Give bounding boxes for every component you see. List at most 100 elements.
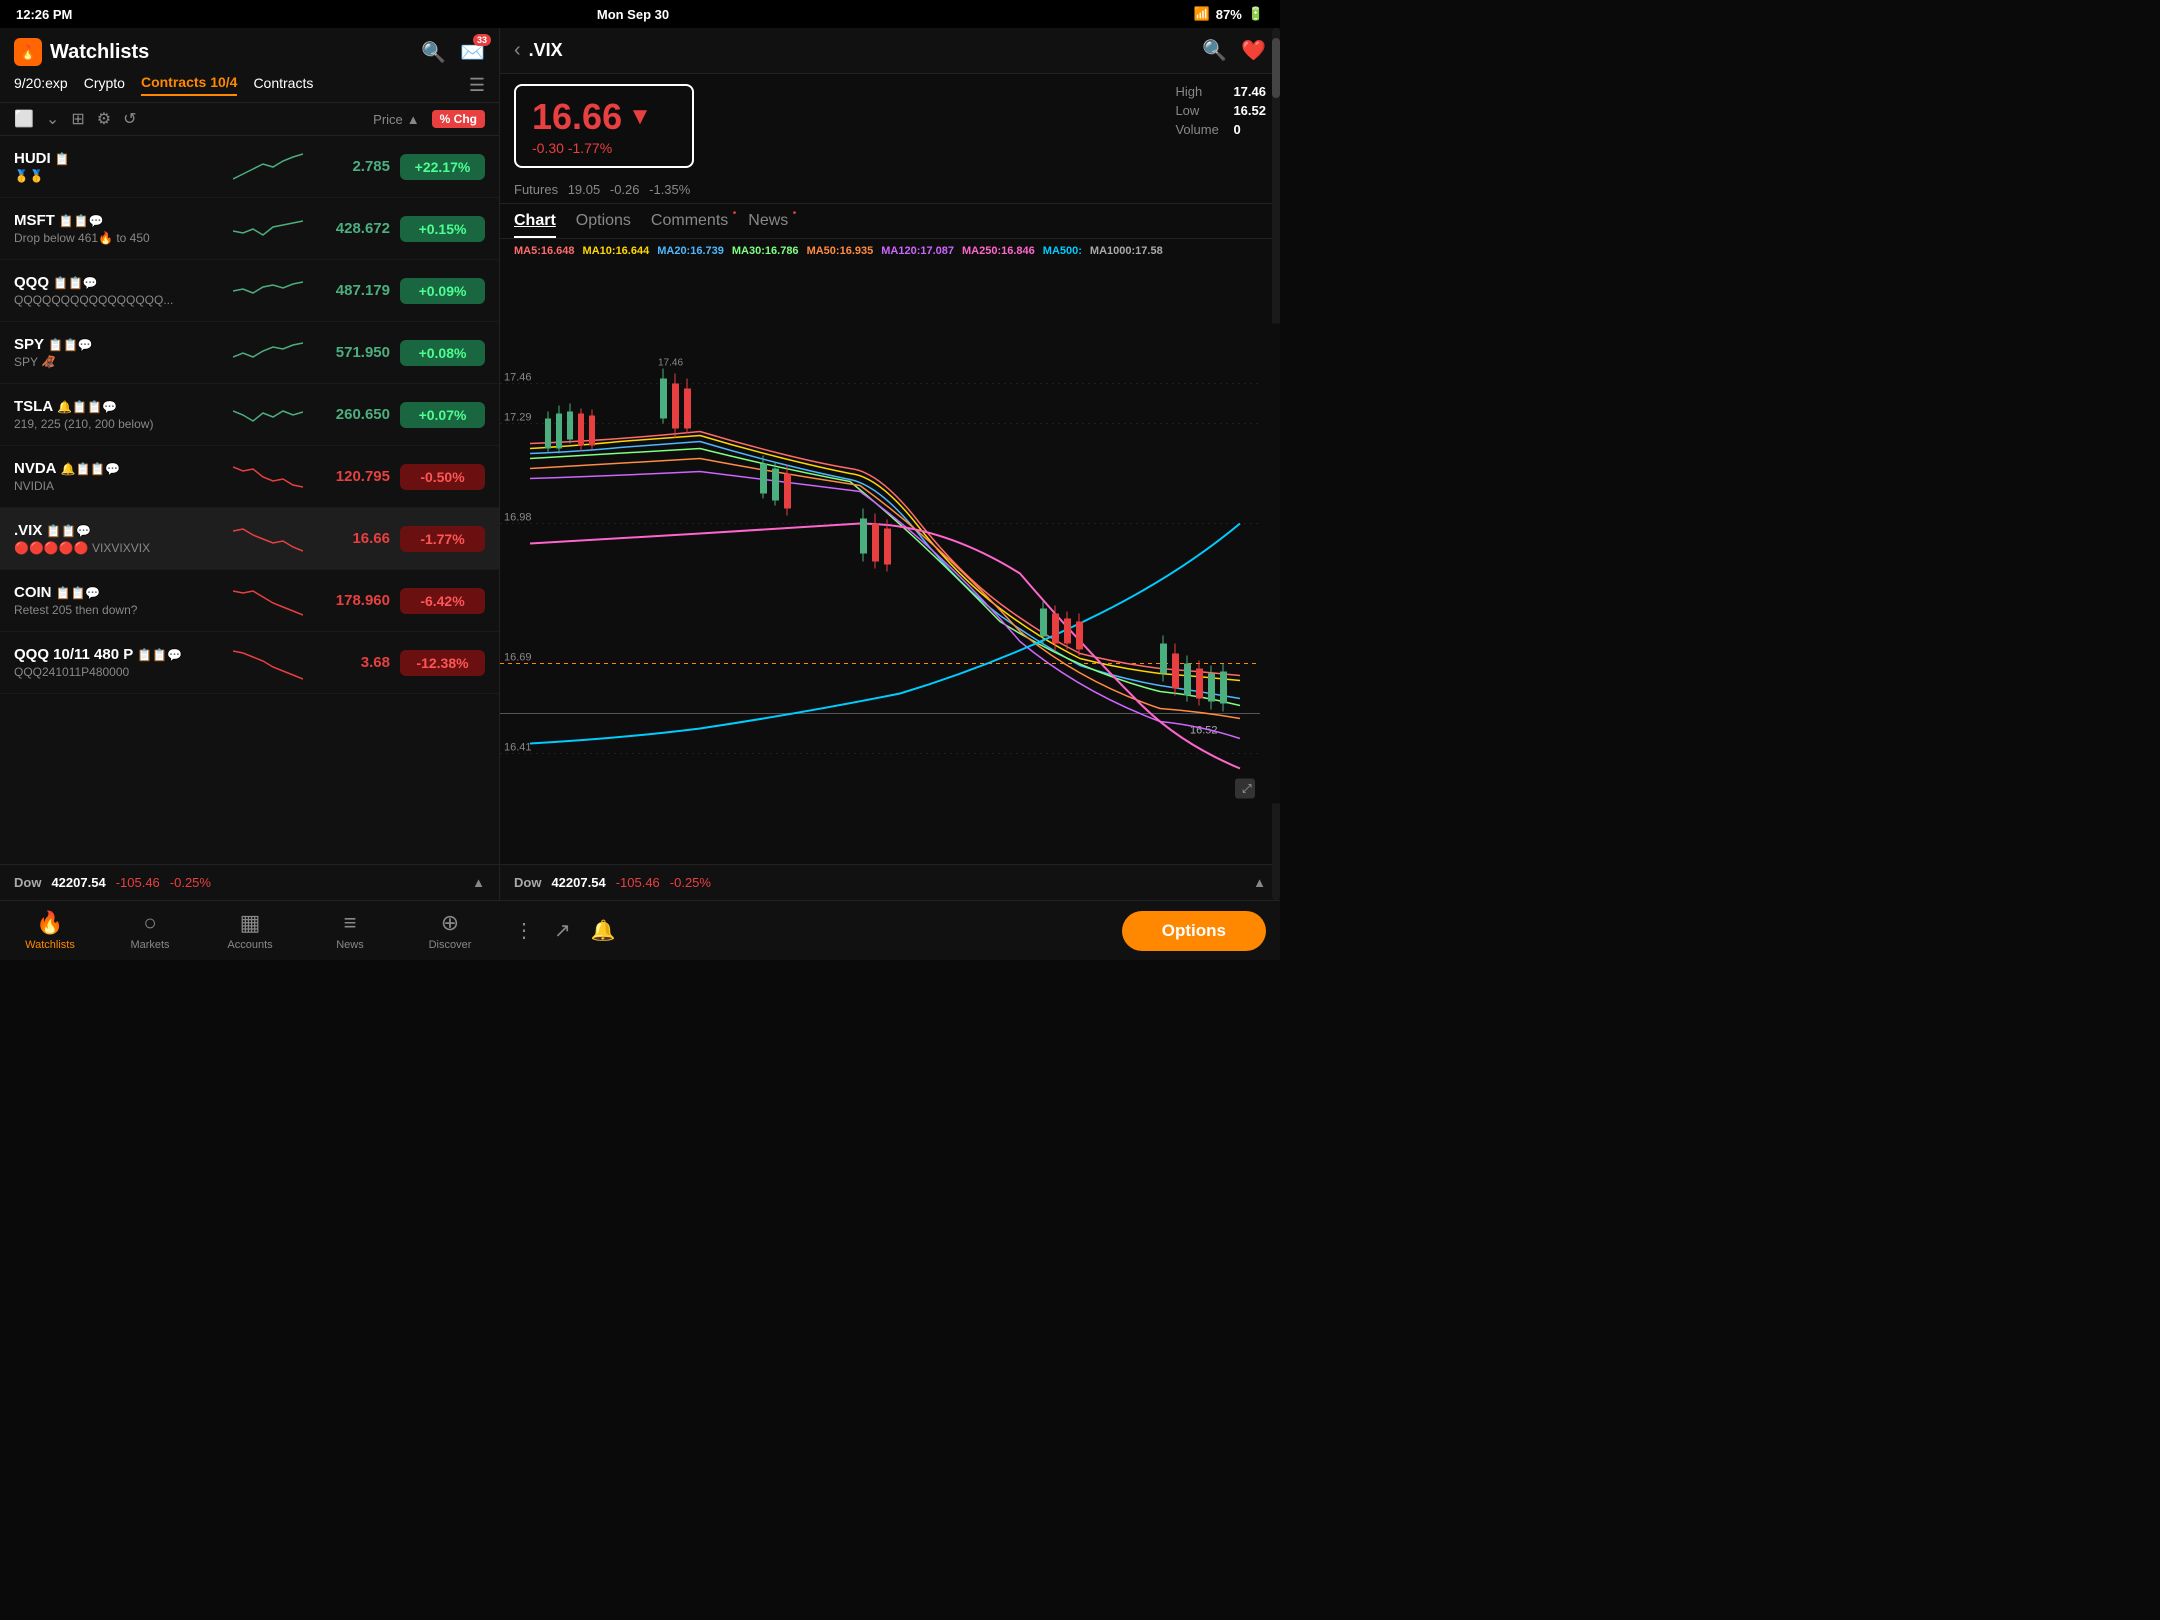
change-badge: +22.17% bbox=[400, 154, 485, 180]
watchlist-item-vix[interactable]: .VIX 📋📋💬 🔴🔴🔴🔴🔴 VIXVIXVIX 16.66 -1.77% bbox=[0, 508, 499, 570]
item-info: QQQ 10/11 480 P 📋📋💬 QQQ241011P480000 bbox=[14, 646, 221, 679]
futures-price: 19.05 bbox=[568, 182, 601, 197]
item-price: 487.179 bbox=[315, 282, 390, 299]
heart-icon[interactable]: ❤️ bbox=[1241, 38, 1266, 63]
item-info: QQQ 📋📋💬 QQQQQQQQQQQQQQQQ... bbox=[14, 274, 221, 307]
nav-markets[interactable]: ○Markets bbox=[100, 910, 200, 951]
search-icon[interactable]: 🔍 bbox=[421, 40, 446, 65]
main-price-value: 16.66 bbox=[532, 96, 622, 138]
toolbar-copy-icon[interactable]: ⬜ bbox=[14, 109, 34, 129]
watchlist-item[interactable]: QQQ 📋📋💬 QQQQQQQQQQQQQQQQ... 487.179 +0.0… bbox=[0, 260, 499, 322]
toolbar-settings-icon[interactable]: ⚙ bbox=[97, 109, 111, 129]
notification-count: 33 bbox=[473, 34, 491, 46]
mini-chart bbox=[233, 149, 303, 185]
item-price: 120.795 bbox=[315, 468, 390, 485]
price-direction-icon: ▼ bbox=[628, 103, 652, 131]
change-badge: +0.15% bbox=[400, 216, 485, 242]
high-value: 17.46 bbox=[1233, 84, 1266, 99]
tab-crypto[interactable]: Crypto bbox=[84, 75, 125, 95]
symbol-icons: 📋📋💬 bbox=[46, 524, 91, 538]
item-price: 178.960 bbox=[315, 592, 390, 609]
change-badge: -6.42% bbox=[400, 588, 485, 614]
toolbar-down-icon[interactable]: ⌄ bbox=[46, 109, 59, 129]
expand-icon[interactable]: ▲ bbox=[472, 875, 485, 890]
watchlist-item[interactable]: QQQ 10/11 480 P 📋📋💬 QQQ241011P480000 3.6… bbox=[0, 632, 499, 694]
watchlists-icon: 🔥 bbox=[36, 910, 63, 936]
item-info: SPY 📋📋💬 SPY 🦧 bbox=[14, 336, 221, 369]
more-icon[interactable]: ⋮ bbox=[514, 918, 534, 943]
chart-area: 17.46 17.29 16.98 16.69 16.41 16.52 bbox=[500, 263, 1280, 864]
symbol-text: HUDI bbox=[14, 150, 51, 167]
nav-news[interactable]: ≡News bbox=[300, 910, 400, 951]
back-button[interactable]: ‹ bbox=[514, 39, 521, 62]
nav-accounts[interactable]: ▦Accounts bbox=[200, 910, 300, 951]
dow-label-right: Dow bbox=[514, 875, 541, 890]
symbol-row: HUDI 📋 bbox=[14, 150, 221, 167]
watchlist-item[interactable]: HUDI 📋 🥇🥇 2.785 +22.17% bbox=[0, 136, 499, 198]
share-icon[interactable]: ↗ bbox=[554, 918, 571, 943]
stat-low: Low 16.52 bbox=[1175, 103, 1266, 118]
change-badge: -12.38% bbox=[400, 650, 485, 676]
symbol-icons: 📋 bbox=[55, 152, 70, 166]
symbol-text: SPY bbox=[14, 336, 44, 353]
low-label: Low bbox=[1175, 103, 1225, 118]
tab-options[interactable]: Options bbox=[576, 212, 631, 238]
item-info: .VIX 📋📋💬 🔴🔴🔴🔴🔴 VIXVIXVIX bbox=[14, 522, 221, 555]
tab-comments[interactable]: Comments bbox=[651, 212, 728, 238]
app-title: Watchlists bbox=[50, 41, 149, 64]
symbol-row: TSLA 🔔📋📋💬 bbox=[14, 398, 221, 415]
bottom-ticker-left: Dow 42207.54 -105.46 -0.25% ▲ bbox=[0, 864, 499, 900]
ma1000: MA1000:17.58 bbox=[1090, 245, 1163, 257]
low-value: 16.52 bbox=[1233, 103, 1266, 118]
symbol-row: NVDA 🔔📋📋💬 bbox=[14, 460, 221, 477]
tab-news[interactable]: News bbox=[748, 212, 788, 238]
nav-watchlists[interactable]: 🔥Watchlists bbox=[0, 910, 100, 951]
toolbar-row: ⬜ ⌄ ⊞ ⚙ ↺ Price ▲ % Chg bbox=[0, 103, 499, 136]
nav-label: Discover bbox=[429, 939, 472, 951]
status-bar: 12:26 PM Mon Sep 30 📶 87% 🔋 bbox=[0, 0, 1280, 28]
svg-text:16.69: 16.69 bbox=[504, 652, 532, 664]
ma20: MA20:16.739 bbox=[657, 245, 724, 257]
symbol-text: COIN bbox=[14, 584, 52, 601]
watchlist-item[interactable]: TSLA 🔔📋📋💬 219, 225 (210, 200 below) 260.… bbox=[0, 384, 499, 446]
options-button[interactable]: Options bbox=[1122, 911, 1266, 951]
price-stats: High 17.46 Low 16.52 Volume 0 bbox=[1175, 84, 1266, 137]
nav-discover[interactable]: ⊕Discover bbox=[400, 910, 500, 951]
dow-pct-right: -0.25% bbox=[670, 875, 711, 890]
tab-contracts-active[interactable]: Contracts 10/4 bbox=[141, 74, 237, 96]
watchlist-tabs: 9/20:exp Crypto Contracts 10/4 Contracts… bbox=[0, 66, 499, 103]
toolbar-undo-icon[interactable]: ↺ bbox=[123, 109, 136, 129]
item-note: 🔴🔴🔴🔴🔴 VIXVIXVIX bbox=[14, 541, 221, 555]
item-note: QQQ241011P480000 bbox=[14, 665, 221, 679]
notification-bell[interactable]: ✉️ 33 bbox=[460, 40, 485, 65]
symbol-row: COIN 📋📋💬 bbox=[14, 584, 221, 601]
ma250: MA250:16.846 bbox=[962, 245, 1035, 257]
ma-indicators: MA5:16.648 MA10:16.644 MA20:16.739 MA30:… bbox=[500, 239, 1280, 263]
main-price-row: 16.66 ▼ bbox=[532, 96, 676, 138]
ma50: MA50:16.935 bbox=[807, 245, 874, 257]
watchlist-item[interactable]: NVDA 🔔📋📋💬 NVIDIA 120.795 -0.50% bbox=[0, 446, 499, 508]
item-info: TSLA 🔔📋📋💬 219, 225 (210, 200 below) bbox=[14, 398, 221, 431]
tabs-menu-icon[interactable]: ☰ bbox=[469, 75, 485, 96]
tab-9-20-exp[interactable]: 9/20:exp bbox=[14, 75, 68, 95]
watchlist-scroll[interactable]: HUDI 📋 🥇🥇 2.785 +22.17% MSFT 📋📋💬 Drop be… bbox=[0, 136, 499, 864]
symbol-icons: 📋📋💬 bbox=[137, 648, 182, 662]
svg-text:⤢: ⤢ bbox=[1241, 782, 1252, 796]
item-info: COIN 📋📋💬 Retest 205 then down? bbox=[14, 584, 221, 617]
tab-chart[interactable]: Chart bbox=[514, 212, 556, 238]
right-header: ‹ .VIX 🔍 ❤️ bbox=[500, 28, 1280, 74]
search-icon-right[interactable]: 🔍 bbox=[1202, 38, 1227, 63]
app-logo: 🔥 bbox=[14, 38, 42, 66]
chg-badge[interactable]: % Chg bbox=[432, 110, 485, 128]
symbol-icons: 📋📋💬 bbox=[59, 214, 104, 228]
toolbar-grid-icon[interactable]: ⊞ bbox=[71, 109, 84, 129]
watchlist-item[interactable]: COIN 📋📋💬 Retest 205 then down? 178.960 -… bbox=[0, 570, 499, 632]
change-badge: +0.09% bbox=[400, 278, 485, 304]
watchlist-item[interactable]: MSFT 📋📋💬 Drop below 461🔥 to 450 428.672 … bbox=[0, 198, 499, 260]
symbol-icons: 📋📋💬 bbox=[53, 276, 98, 290]
bell-icon-right[interactable]: 🔔 bbox=[591, 918, 616, 943]
watchlist-item[interactable]: SPY 📋📋💬 SPY 🦧 571.950 +0.08% bbox=[0, 322, 499, 384]
collapse-icon[interactable]: ▲ bbox=[1253, 875, 1266, 890]
futures-change: -0.26 bbox=[610, 182, 640, 197]
tab-contracts[interactable]: Contracts bbox=[253, 75, 313, 95]
